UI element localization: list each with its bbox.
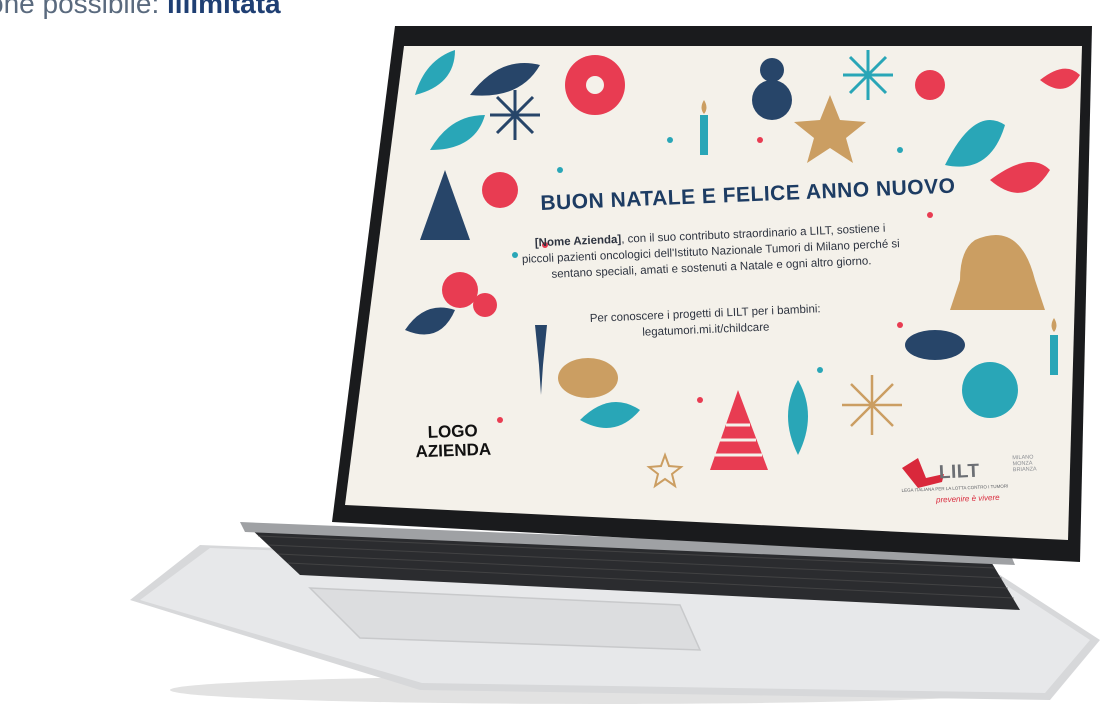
laptop-illustration <box>130 26 1100 704</box>
